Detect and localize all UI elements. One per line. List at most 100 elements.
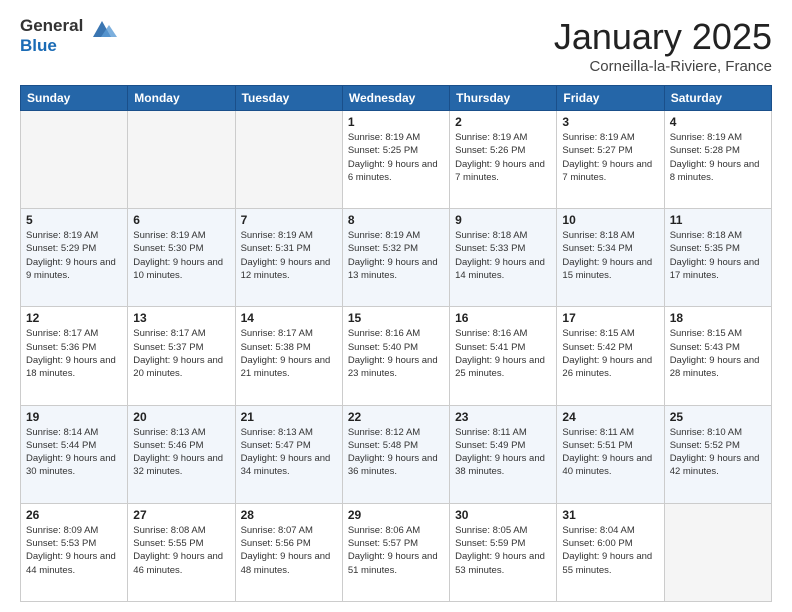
day-info: Sunrise: 8:19 AM Sunset: 5:29 PM Dayligh… <box>26 229 122 282</box>
week-row-1: 1 Sunrise: 8:19 AM Sunset: 5:25 PM Daylig… <box>21 111 772 209</box>
day-info: Sunrise: 8:12 AM Sunset: 5:48 PM Dayligh… <box>348 426 444 479</box>
day-cell: 12Sunrise: 8:17 AM Sunset: 5:36 PM Dayli… <box>21 307 128 405</box>
day-number: 1 <box>348 115 444 129</box>
day-info: Sunrise: 8:11 AM Sunset: 5:51 PM Dayligh… <box>562 426 658 479</box>
day-number: 10 <box>562 213 658 227</box>
day-number: 23 <box>455 410 551 424</box>
header-row: Sunday Monday Tuesday Wednesday Thursday… <box>21 86 772 111</box>
col-sunday: Sunday <box>21 86 128 111</box>
day-info: Sunrise: 8:19 AM Sunset: 5:25 PM Dayligh… <box>348 131 444 184</box>
day-info: Sunrise: 8:10 AM Sunset: 5:52 PM Dayligh… <box>670 426 766 479</box>
day-cell: 3 Sunrise: 8:19 AM Sunset: 5:27 PM Daylig… <box>557 111 664 209</box>
col-thursday: Thursday <box>450 86 557 111</box>
day-info: Sunrise: 8:04 AM Sunset: 6:00 PM Dayligh… <box>562 524 658 577</box>
day-number: 18 <box>670 311 766 325</box>
day-cell: 25 Sunrise: 8:10 AM Sunset: 5:52 PM Dayli… <box>664 405 771 503</box>
day-number: 28 <box>241 508 337 522</box>
day-cell: 13 Sunrise: 8:17 AM Sunset: 5:37 PM Dayli… <box>128 307 235 405</box>
day-cell: 1 Sunrise: 8:19 AM Sunset: 5:25 PM Daylig… <box>342 111 449 209</box>
day-number: 12 <box>26 311 122 325</box>
page: General Blue January 2025 Corneilla-la-R… <box>0 0 792 612</box>
day-number: 6 <box>133 213 229 227</box>
day-number: 19 <box>26 410 122 424</box>
day-number: 24 <box>562 410 658 424</box>
day-cell <box>128 111 235 209</box>
day-number: 15 <box>348 311 444 325</box>
day-number: 25 <box>670 410 766 424</box>
day-number: 20 <box>133 410 229 424</box>
day-info: Sunrise: 8:16 AM Sunset: 5:41 PM Dayligh… <box>455 327 551 380</box>
day-number: 7 <box>241 213 337 227</box>
logo: General Blue <box>20 16 117 55</box>
week-row-4: 19 Sunrise: 8:14 AM Sunset: 5:44 PM Dayli… <box>21 405 772 503</box>
week-row-2: 5 Sunrise: 8:19 AM Sunset: 5:29 PM Daylig… <box>21 209 772 307</box>
day-info: Sunrise: 8:07 AM Sunset: 5:56 PM Dayligh… <box>241 524 337 577</box>
day-number: 11 <box>670 213 766 227</box>
day-number: 27 <box>133 508 229 522</box>
day-number: 2 <box>455 115 551 129</box>
day-info: Sunrise: 8:18 AM Sunset: 5:33 PM Dayligh… <box>455 229 551 282</box>
day-info: Sunrise: 8:17 AM Sunset: 5:38 PM Dayligh… <box>241 327 337 380</box>
day-number: 16 <box>455 311 551 325</box>
calendar-title: January 2025 <box>554 16 772 58</box>
day-cell: 9 Sunrise: 8:18 AM Sunset: 5:33 PM Daylig… <box>450 209 557 307</box>
day-cell: 26Sunrise: 8:09 AM Sunset: 5:53 PM Dayli… <box>21 503 128 601</box>
day-cell: 30Sunrise: 8:05 AM Sunset: 5:59 PM Dayli… <box>450 503 557 601</box>
day-number: 14 <box>241 311 337 325</box>
day-number: 9 <box>455 213 551 227</box>
day-number: 31 <box>562 508 658 522</box>
title-block: January 2025 Corneilla-la-Riviere, Franc… <box>554 16 772 75</box>
logo-blue: Blue <box>20 36 57 55</box>
day-number: 22 <box>348 410 444 424</box>
day-cell: 10Sunrise: 8:18 AM Sunset: 5:34 PM Dayli… <box>557 209 664 307</box>
day-info: Sunrise: 8:18 AM Sunset: 5:35 PM Dayligh… <box>670 229 766 282</box>
day-number: 3 <box>562 115 658 129</box>
day-number: 4 <box>670 115 766 129</box>
day-cell: 6 Sunrise: 8:19 AM Sunset: 5:30 PM Daylig… <box>128 209 235 307</box>
header: General Blue January 2025 Corneilla-la-R… <box>20 16 772 75</box>
day-number: 17 <box>562 311 658 325</box>
day-number: 13 <box>133 311 229 325</box>
day-cell: 19 Sunrise: 8:14 AM Sunset: 5:44 PM Dayli… <box>21 405 128 503</box>
day-number: 26 <box>26 508 122 522</box>
col-monday: Monday <box>128 86 235 111</box>
day-info: Sunrise: 8:06 AM Sunset: 5:57 PM Dayligh… <box>348 524 444 577</box>
day-number: 21 <box>241 410 337 424</box>
day-cell <box>21 111 128 209</box>
week-row-3: 12Sunrise: 8:17 AM Sunset: 5:36 PM Dayli… <box>21 307 772 405</box>
day-cell: 5 Sunrise: 8:19 AM Sunset: 5:29 PM Daylig… <box>21 209 128 307</box>
day-info: Sunrise: 8:19 AM Sunset: 5:28 PM Dayligh… <box>670 131 766 184</box>
day-cell: 7 Sunrise: 8:19 AM Sunset: 5:31 PM Daylig… <box>235 209 342 307</box>
day-info: Sunrise: 8:19 AM Sunset: 5:30 PM Dayligh… <box>133 229 229 282</box>
week-row-5: 26Sunrise: 8:09 AM Sunset: 5:53 PM Dayli… <box>21 503 772 601</box>
day-cell: 31 Sunrise: 8:04 AM Sunset: 6:00 PM Dayli… <box>557 503 664 601</box>
day-info: Sunrise: 8:15 AM Sunset: 5:42 PM Dayligh… <box>562 327 658 380</box>
day-info: Sunrise: 8:19 AM Sunset: 5:31 PM Dayligh… <box>241 229 337 282</box>
col-tuesday: Tuesday <box>235 86 342 111</box>
day-cell: 28 Sunrise: 8:07 AM Sunset: 5:56 PM Dayli… <box>235 503 342 601</box>
day-cell: 16 Sunrise: 8:16 AM Sunset: 5:41 PM Dayli… <box>450 307 557 405</box>
day-info: Sunrise: 8:13 AM Sunset: 5:46 PM Dayligh… <box>133 426 229 479</box>
day-cell: 14 Sunrise: 8:17 AM Sunset: 5:38 PM Dayli… <box>235 307 342 405</box>
day-cell: 2Sunrise: 8:19 AM Sunset: 5:26 PM Daylig… <box>450 111 557 209</box>
day-info: Sunrise: 8:17 AM Sunset: 5:37 PM Dayligh… <box>133 327 229 380</box>
day-info: Sunrise: 8:13 AM Sunset: 5:47 PM Dayligh… <box>241 426 337 479</box>
logo-general: General <box>20 16 83 35</box>
day-cell: 17 Sunrise: 8:15 AM Sunset: 5:42 PM Dayli… <box>557 307 664 405</box>
col-saturday: Saturday <box>664 86 771 111</box>
day-cell: 27Sunrise: 8:08 AM Sunset: 5:55 PM Dayli… <box>128 503 235 601</box>
day-info: Sunrise: 8:19 AM Sunset: 5:27 PM Dayligh… <box>562 131 658 184</box>
day-info: Sunrise: 8:16 AM Sunset: 5:40 PM Dayligh… <box>348 327 444 380</box>
day-number: 30 <box>455 508 551 522</box>
day-cell: 23 Sunrise: 8:11 AM Sunset: 5:49 PM Dayli… <box>450 405 557 503</box>
day-number: 5 <box>26 213 122 227</box>
day-number: 29 <box>348 508 444 522</box>
day-cell <box>235 111 342 209</box>
day-cell: 20 Sunrise: 8:13 AM Sunset: 5:46 PM Dayli… <box>128 405 235 503</box>
day-cell: 24 Sunrise: 8:11 AM Sunset: 5:51 PM Dayli… <box>557 405 664 503</box>
day-cell: 18 Sunrise: 8:15 AM Sunset: 5:43 PM Dayli… <box>664 307 771 405</box>
day-info: Sunrise: 8:14 AM Sunset: 5:44 PM Dayligh… <box>26 426 122 479</box>
day-info: Sunrise: 8:11 AM Sunset: 5:49 PM Dayligh… <box>455 426 551 479</box>
col-wednesday: Wednesday <box>342 86 449 111</box>
day-info: Sunrise: 8:15 AM Sunset: 5:43 PM Dayligh… <box>670 327 766 380</box>
